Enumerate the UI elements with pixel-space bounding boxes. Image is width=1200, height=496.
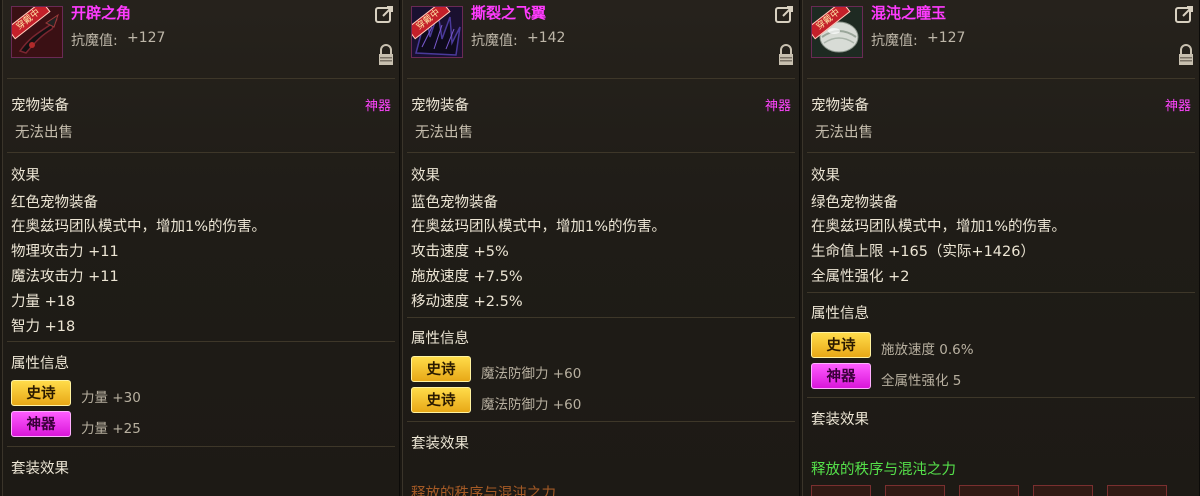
divider bbox=[407, 317, 795, 318]
tooltip-header: 穿戴中 撕裂之飞翼 抗魔值: +142 bbox=[403, 0, 799, 76]
lock-icon[interactable] bbox=[377, 44, 395, 66]
resist-label: 抗魔值: bbox=[871, 33, 918, 49]
effect-line: 生命值上限 +165（实际+1426） bbox=[811, 244, 1035, 260]
resist-value: +142 bbox=[527, 30, 566, 46]
effect-line: 在奥兹玛团队模式中，增加1%的伤害。 bbox=[11, 219, 267, 235]
item-icon-horn[interactable]: 穿戴中 bbox=[11, 6, 63, 58]
divider bbox=[7, 152, 395, 153]
set-item-slot[interactable] bbox=[1107, 485, 1167, 496]
effect-title: 效果 bbox=[811, 168, 840, 184]
attr-value: 力量 +30 bbox=[81, 390, 141, 406]
share-icon[interactable] bbox=[375, 4, 395, 24]
item-category: 宠物装备 bbox=[811, 98, 869, 114]
attr-value: 施放速度 0.6% bbox=[881, 342, 974, 358]
attr-title: 属性信息 bbox=[411, 331, 469, 347]
effect-line: 智力 +18 bbox=[11, 319, 76, 335]
tooltip-header: 穿戴中 开辟之角 抗魔值: +127 bbox=[3, 0, 399, 76]
set-item-slot[interactable] bbox=[811, 485, 871, 496]
item-name: 混沌之瞳玉 bbox=[871, 4, 947, 22]
item-category: 宠物装备 bbox=[11, 98, 69, 114]
effect-line: 在奥兹玛团队模式中，增加1%的伤害。 bbox=[411, 219, 667, 235]
item-tooltip-panel-2: 穿戴中 撕裂之飞翼 抗魔值: +142 宠物装备 神器 无法出售 效果 蓝色宠物… bbox=[402, 0, 800, 496]
divider bbox=[807, 78, 1195, 79]
divider bbox=[807, 292, 1195, 293]
divider bbox=[7, 446, 395, 447]
epic-badge: 史诗 bbox=[11, 380, 71, 406]
set-item-slot[interactable] bbox=[885, 485, 945, 496]
myth-badge: 神器 bbox=[11, 411, 71, 437]
share-icon[interactable] bbox=[775, 4, 795, 24]
set-item-slot[interactable] bbox=[959, 485, 1019, 496]
effect-line: 施放速度 +7.5% bbox=[411, 269, 523, 285]
item-icon-wing[interactable]: 穿戴中 bbox=[411, 6, 463, 58]
item-icon-orb[interactable]: 穿戴中 bbox=[811, 6, 863, 58]
effect-line: 在奥兹玛团队模式中，增加1%的伤害。 bbox=[811, 219, 1067, 235]
sell-status: 无法出售 bbox=[415, 125, 473, 141]
item-tooltip-panel-1: 穿戴中 开辟之角 抗魔值: +127 宠物装备 神器 无法出售 效果 红色宠物装… bbox=[2, 0, 400, 496]
attr-title: 属性信息 bbox=[811, 306, 869, 322]
divider bbox=[7, 341, 395, 342]
divider bbox=[407, 152, 795, 153]
attr-value: 全属性强化 5 bbox=[881, 373, 962, 389]
resist-value: +127 bbox=[927, 30, 966, 46]
effect-line: 红色宠物装备 bbox=[11, 195, 98, 211]
effect-line: 绿色宠物装备 bbox=[811, 195, 898, 211]
set-title: 套装效果 bbox=[411, 436, 469, 452]
item-name: 开辟之角 bbox=[71, 4, 132, 22]
resist-value: +127 bbox=[127, 30, 166, 46]
effect-line: 移动速度 +2.5% bbox=[411, 294, 523, 310]
effect-title: 效果 bbox=[11, 168, 40, 184]
tooltip-header: 穿戴中 混沌之瞳玉 抗魔值: +127 bbox=[803, 0, 1199, 76]
attr-value: 魔法防御力 +60 bbox=[481, 397, 582, 413]
divider bbox=[807, 152, 1195, 153]
effect-line: 全属性强化 +2 bbox=[811, 269, 910, 285]
set-title: 套装效果 bbox=[11, 461, 69, 477]
effect-line: 蓝色宠物装备 bbox=[411, 195, 498, 211]
epic-badge: 史诗 bbox=[811, 332, 871, 358]
share-icon[interactable] bbox=[1175, 4, 1195, 24]
attr-value: 魔法防御力 +60 bbox=[481, 366, 582, 382]
item-tooltip-panel-3: 穿戴中 混沌之瞳玉 抗魔值: +127 宠物装备 神器 无法出售 效果 绿色宠物… bbox=[802, 0, 1200, 496]
set-item-slot[interactable] bbox=[1033, 485, 1093, 496]
attr-title: 属性信息 bbox=[11, 356, 69, 372]
resist-label: 抗魔值: bbox=[71, 33, 118, 49]
epic-badge: 史诗 bbox=[411, 356, 471, 382]
effect-line: 物理攻击力 +11 bbox=[11, 244, 119, 260]
rarity-label: 神器 bbox=[764, 99, 791, 114]
rarity-label: 神器 bbox=[1164, 99, 1191, 114]
set-title: 套装效果 bbox=[811, 412, 869, 428]
lock-icon[interactable] bbox=[777, 44, 795, 66]
rarity-label: 神器 bbox=[364, 99, 391, 114]
effect-title: 效果 bbox=[411, 168, 440, 184]
item-category: 宠物装备 bbox=[411, 98, 469, 114]
effect-line: 魔法攻击力 +11 bbox=[11, 269, 119, 285]
myth-badge: 神器 bbox=[811, 363, 871, 389]
divider bbox=[407, 421, 795, 422]
item-name: 撕裂之飞翼 bbox=[471, 4, 547, 22]
epic-badge: 史诗 bbox=[411, 387, 471, 413]
divider bbox=[807, 397, 1195, 398]
set-name[interactable]: 释放的秩序与混沌之力 bbox=[411, 482, 556, 496]
divider bbox=[407, 78, 795, 79]
effect-line: 力量 +18 bbox=[11, 294, 76, 310]
resist-label: 抗魔值: bbox=[471, 33, 518, 49]
set-name[interactable]: 释放的秩序与混沌之力 bbox=[811, 458, 956, 479]
effect-line: 攻击速度 +5% bbox=[411, 244, 509, 260]
lock-icon[interactable] bbox=[1177, 44, 1195, 66]
divider bbox=[7, 78, 395, 79]
attr-value: 力量 +25 bbox=[81, 421, 141, 437]
sell-status: 无法出售 bbox=[15, 125, 73, 141]
sell-status: 无法出售 bbox=[815, 125, 873, 141]
